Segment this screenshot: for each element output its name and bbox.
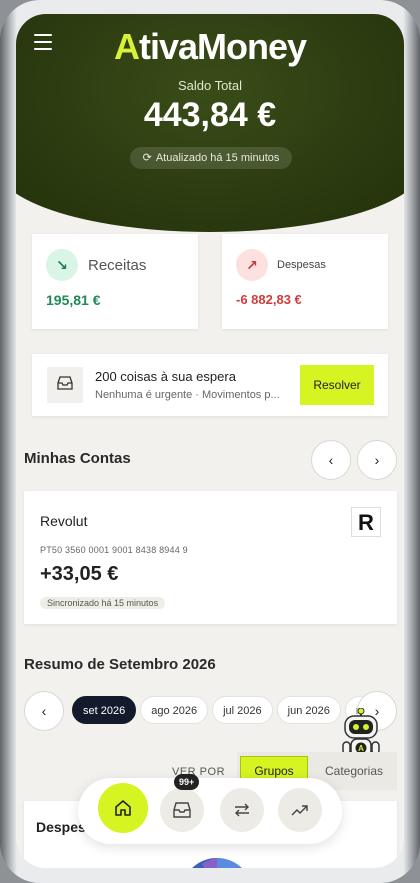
- categorias-tab[interactable]: Categorias: [317, 756, 391, 786]
- pending-title: 200 coisas à sua espera: [95, 369, 236, 384]
- minhas-contas-title: Minhas Contas: [24, 450, 131, 467]
- month-chip[interactable]: ago 2026: [140, 696, 209, 724]
- inbox-badge: 99+: [174, 774, 200, 790]
- refresh-icon: ⟳: [142, 152, 152, 164]
- months-prev-button[interactable]: ‹: [24, 691, 64, 731]
- bottom-nav: 99+: [78, 774, 342, 844]
- saldo-label: Saldo Total: [177, 78, 243, 93]
- nav-inbox-button[interactable]: [160, 788, 204, 832]
- chevron-left-icon: ‹: [328, 452, 334, 468]
- account-balance: +33,05 €: [40, 563, 119, 585]
- arrow-up-right-icon: ↗: [236, 249, 268, 281]
- account-card[interactable]: Revolut R PT50 3560 0001 9001 8438 8944 …: [24, 491, 397, 624]
- trending-icon: [291, 805, 308, 816]
- despesas-value: -6 882,83 €: [236, 292, 302, 307]
- inbox-icon: [47, 367, 83, 403]
- chevron-left-icon: ‹: [41, 703, 47, 719]
- saldo-total-value: 443,84 €: [143, 96, 277, 134]
- nav-home-button[interactable]: [98, 783, 148, 833]
- home-icon: [115, 800, 131, 816]
- month-chip[interactable]: jul 2026: [212, 696, 273, 724]
- despesas-label: Despesas: [277, 259, 326, 271]
- account-iban: PT50 3560 0001 9001 8438 8944 9: [40, 545, 188, 555]
- transfer-icon: [235, 803, 249, 817]
- pending-subtitle: Nenhuma é urgente · Movimentos p...: [95, 389, 280, 401]
- accounts-prev-button[interactable]: ‹: [311, 440, 351, 480]
- resumo-title: Resumo de Setembro 2026: [24, 656, 216, 673]
- month-chip[interactable]: set 2026: [72, 696, 137, 724]
- inbox-icon: [173, 802, 191, 818]
- month-chip[interactable]: jun 2026: [276, 696, 341, 724]
- receitas-card[interactable]: ↘ Receitas 195,81 €: [32, 234, 198, 329]
- resolver-button[interactable]: Resolver: [300, 365, 374, 405]
- month-chips: set 2026ago 2026jul 2026jun 2026mai 2026: [72, 696, 362, 724]
- app-screen: AtivaMoney Saldo Total 443,84 € ⟳ Atualiz…: [16, 14, 404, 868]
- account-name: Revolut: [40, 513, 88, 529]
- account-sync-badge: Sincronizado há 15 minutos: [40, 597, 166, 609]
- arrow-down-right-icon: ↘: [46, 249, 78, 281]
- despesas-card[interactable]: ↗ Despesas -6 882,83 €: [222, 234, 388, 329]
- pending-items-card[interactable]: 200 coisas à sua espera Nenhuma é urgent…: [32, 354, 388, 416]
- receitas-label: Receitas: [88, 257, 147, 274]
- donut-chart-peek: [192, 858, 242, 868]
- nav-transfer-button[interactable]: [220, 788, 264, 832]
- updated-badge[interactable]: ⟳ Atualizado há 15 minutos: [130, 147, 292, 169]
- nav-trending-button[interactable]: [278, 788, 322, 832]
- chevron-right-icon: ›: [374, 452, 380, 468]
- revolut-logo: R: [351, 507, 381, 537]
- app-logo: AtivaMoney: [113, 26, 307, 67]
- accounts-next-button[interactable]: ›: [357, 440, 397, 480]
- receitas-value: 195,81 €: [46, 292, 101, 308]
